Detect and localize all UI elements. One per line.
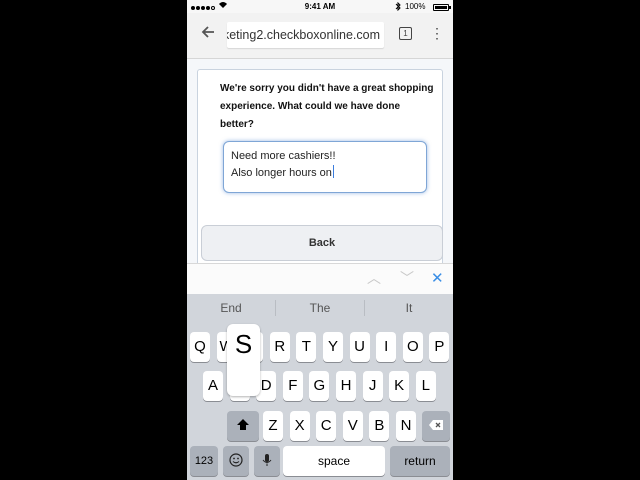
url-text: arketing2.checkboxonline.com [227, 28, 380, 42]
tabs-icon[interactable]: 1 [399, 27, 412, 40]
previous-field-icon[interactable]: ︿ [367, 268, 381, 288]
key-o[interactable]: O [402, 332, 423, 362]
suggestion-2[interactable]: The [276, 294, 364, 322]
return-key[interactable]: return [390, 446, 450, 476]
menu-icon[interactable]: ⋮ [430, 23, 444, 43]
key-n[interactable]: N [396, 411, 416, 441]
emoji-icon [229, 453, 243, 467]
keyboard: End The It QWERTYUIOPASDFGHJKLZXCVBNM 12… [187, 294, 453, 480]
key-r[interactable]: R [269, 332, 290, 362]
key-q[interactable]: Q [190, 332, 210, 362]
key-u[interactable]: U [349, 332, 370, 362]
key-k[interactable]: K [389, 371, 410, 401]
key-a[interactable]: A [203, 371, 223, 401]
answer-line-1: Need more cashiers!! [231, 150, 336, 162]
browser-toolbar: arketing2.checkboxonline.com 1 ⋮ [187, 13, 453, 59]
emoji-key[interactable] [223, 446, 249, 476]
answer-textarea[interactable]: Need more cashiers!! Also longer hours o… [223, 141, 427, 193]
numbers-key[interactable]: 123 [190, 446, 218, 476]
key-v[interactable]: V [342, 411, 363, 441]
key-g[interactable]: G [309, 371, 330, 401]
battery-percent: 100% [405, 2, 426, 11]
shift-key[interactable] [227, 411, 259, 441]
suggestion-bar: End The It [187, 294, 453, 322]
delete-icon [429, 420, 443, 430]
answer-line-2: Also longer hours on [224, 165, 426, 182]
key-popup: S [227, 324, 260, 396]
battery-level [435, 6, 447, 9]
answer-line-2-text: Also longer hours on [231, 167, 332, 179]
microphone-icon [262, 454, 272, 466]
status-bar: 9:41 AM 100% [187, 0, 453, 13]
back-button[interactable]: Back [201, 225, 443, 261]
back-arrow-icon[interactable] [198, 21, 218, 45]
url-bar[interactable]: arketing2.checkboxonline.com [227, 22, 384, 48]
key-z[interactable]: Z [263, 411, 283, 441]
phone-screen: 9:41 AM 100% arketing2.checkboxonline.co… [187, 0, 453, 480]
key-j[interactable]: J [362, 371, 383, 401]
key-y[interactable]: Y [323, 332, 343, 362]
keyboard-accessory-bar: ︿ ﹀ ✕ [187, 263, 453, 295]
suggestion-1[interactable]: End [187, 294, 275, 322]
key-h[interactable]: H [336, 371, 356, 401]
battery-icon [433, 4, 451, 11]
survey-question: We're sorry you didn't have a great shop… [220, 83, 434, 130]
key-x[interactable]: X [289, 411, 310, 441]
bluetooth-icon [395, 1, 401, 13]
key-l[interactable]: L [415, 371, 436, 401]
space-key[interactable]: space [283, 446, 385, 476]
key-c[interactable]: C [316, 411, 337, 441]
microphone-key[interactable] [254, 446, 280, 476]
suggestion-3[interactable]: It [365, 294, 453, 322]
next-field-icon[interactable]: ﹀ [400, 268, 414, 288]
close-icon[interactable]: ✕ [431, 269, 444, 287]
key-p[interactable]: P [429, 332, 450, 362]
key-popup-letter: S [234, 329, 253, 359]
delete-key[interactable] [422, 411, 450, 441]
text-caret [332, 165, 335, 178]
shift-icon [237, 419, 249, 430]
key-f[interactable]: F [282, 371, 303, 401]
web-content: We're sorry you didn't have a great shop… [187, 59, 453, 281]
key-b[interactable]: B [369, 411, 390, 441]
key-i[interactable]: I [376, 332, 397, 362]
key-t[interactable]: T [296, 332, 317, 362]
